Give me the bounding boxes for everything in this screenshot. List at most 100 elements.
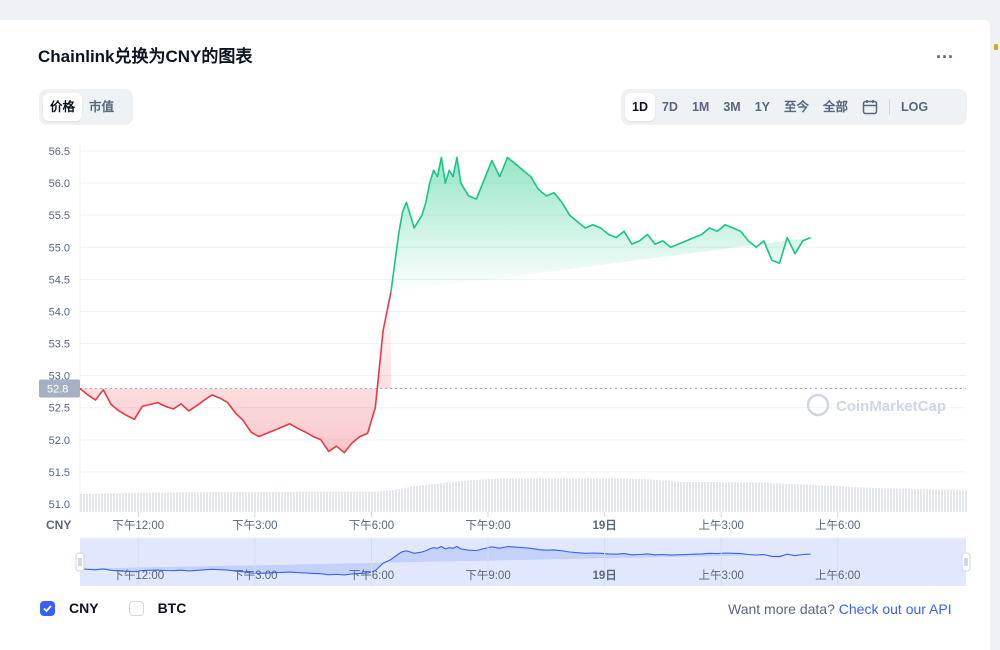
volume-bar <box>680 481 682 512</box>
volume-bar <box>866 487 868 512</box>
navigator[interactable]: 下午12:00 下午3:00 下午6:00 下午9:00 19日 上午3:00 上午6:00 <box>75 537 971 586</box>
volume-bar <box>125 493 127 512</box>
volume-bar <box>701 482 703 512</box>
volume-bar <box>560 478 562 512</box>
volume-bar <box>704 482 706 512</box>
volume-bar <box>959 489 961 512</box>
volume-bar <box>272 492 274 512</box>
volume-bar <box>611 478 613 512</box>
x-tick-label: 19日 <box>592 519 616 532</box>
volume-bar <box>332 491 334 512</box>
volume-bar <box>470 480 472 512</box>
volume-bar <box>473 480 475 512</box>
volume-bar <box>386 490 388 512</box>
volume-bar <box>302 491 304 512</box>
cny-label: CNY <box>69 600 99 616</box>
volume-bar <box>536 478 538 512</box>
volume-bar <box>794 484 796 512</box>
volume-bar <box>248 492 250 512</box>
volume-bar <box>419 485 421 512</box>
volume-bar <box>869 487 871 512</box>
volume-bar <box>734 482 736 512</box>
volume-bar <box>365 491 367 512</box>
volume-bar <box>839 486 841 512</box>
volume-bar <box>545 478 547 512</box>
volume-bar <box>854 486 856 512</box>
volume-bar <box>323 491 325 512</box>
volume-bar <box>875 487 877 512</box>
volume-bar <box>260 492 262 512</box>
volume-bar <box>683 482 685 512</box>
volume-bar <box>935 489 937 512</box>
api-prefix: Want more data? <box>728 601 839 617</box>
volume-bar <box>254 492 256 512</box>
down-area <box>80 292 391 453</box>
price-chart[interactable]: 56.556.055.555.054.554.053.553.052.552.0… <box>0 0 1000 650</box>
volume-bar <box>230 492 232 512</box>
volume-bar <box>740 482 742 512</box>
navigator-tick-label: 下午3:00 <box>232 569 277 582</box>
volume-bar <box>494 478 496 512</box>
volume-bar <box>617 478 619 512</box>
volume-bar <box>956 489 958 512</box>
api-link[interactable]: Check out our API <box>839 601 952 617</box>
volume-bar <box>911 489 913 512</box>
volume-bar <box>182 492 184 512</box>
volume-bar <box>695 482 697 512</box>
volume-bar <box>509 478 511 512</box>
navigator-right-handle[interactable] <box>961 552 971 572</box>
volume-bar <box>521 478 523 512</box>
volume-bar <box>479 479 481 512</box>
coinmarketcap-logo-icon <box>806 393 830 417</box>
navigator-tick-label: 下午9:00 <box>465 569 510 582</box>
volume-bar <box>941 489 943 512</box>
volume-bar <box>437 483 439 512</box>
volume-bar <box>644 479 646 512</box>
volume-bar <box>188 492 190 512</box>
volume-bar <box>308 491 310 512</box>
volume-bar <box>632 478 634 512</box>
volume-bar <box>491 478 493 512</box>
volume-bar <box>530 478 532 512</box>
volume-bar <box>296 491 298 512</box>
y-tick-label: 52.0 <box>49 435 70 447</box>
volume-bar <box>371 491 373 512</box>
btc-checkbox[interactable] <box>128 600 144 616</box>
volume-bar <box>809 484 811 512</box>
volume-bar <box>194 492 196 512</box>
volume-bar <box>341 491 343 512</box>
volume-bar <box>110 493 112 512</box>
volume-bar <box>242 492 244 512</box>
cny-checkbox[interactable] <box>40 600 55 616</box>
volume-bar <box>257 492 259 512</box>
volume-bar <box>836 486 838 512</box>
volume-bar <box>914 489 916 512</box>
volume-bar <box>404 487 406 512</box>
volume-bar <box>722 482 724 512</box>
volume-bar <box>209 492 211 512</box>
volume-bar <box>572 478 574 512</box>
volume-bar <box>134 492 136 512</box>
volume-bar <box>767 482 769 512</box>
volume-bar <box>584 478 586 512</box>
volume-bar <box>653 479 655 512</box>
volume-bar <box>359 491 361 512</box>
volume-bar <box>674 481 676 512</box>
volume-bar <box>608 478 610 512</box>
volume-bar <box>596 478 598 512</box>
volume-bar <box>647 479 649 512</box>
volume-bar <box>305 491 307 512</box>
volume-bar <box>884 488 886 512</box>
volume-bar <box>575 478 577 512</box>
volume-bar <box>542 478 544 512</box>
volume-bar <box>83 493 85 512</box>
volume-bar <box>269 492 271 512</box>
volume-bar <box>899 488 901 512</box>
volume-bar <box>725 482 727 512</box>
volume-bar <box>236 492 238 512</box>
volume-bar <box>917 489 919 512</box>
volume-bar <box>113 493 115 512</box>
navigator-left-handle[interactable] <box>75 552 85 572</box>
volume-bar <box>845 486 847 512</box>
volume-bar <box>800 484 802 512</box>
